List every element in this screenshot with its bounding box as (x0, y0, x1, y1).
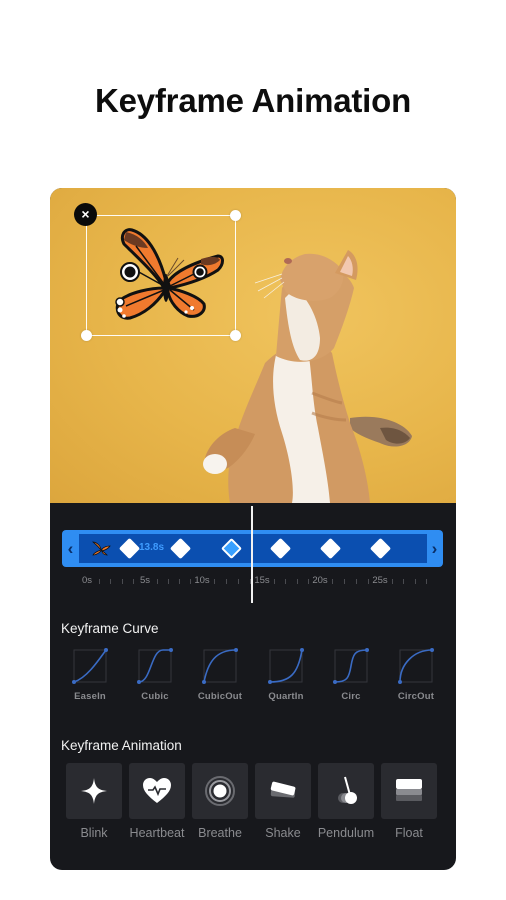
easein-curve-icon (72, 648, 108, 684)
photo-preview[interactable]: × (50, 188, 456, 503)
ruler-tick (226, 579, 227, 584)
remove-sticker-button[interactable]: × (74, 203, 97, 226)
animation-option-pendulum[interactable]: Pendulum (318, 763, 374, 840)
curve-option-quartin[interactable]: QuartIn (258, 648, 314, 702)
ruler-tick (168, 579, 169, 584)
ruler-tick (344, 579, 345, 584)
curve-option-cubicout[interactable]: CubicOut (192, 648, 248, 702)
ruler-tick (426, 579, 427, 584)
ruler-tick (179, 579, 180, 584)
track-trim-left-handle[interactable]: ‹ (62, 530, 79, 567)
cubicout-curve-icon (202, 648, 238, 684)
keyframe-marker[interactable] (169, 537, 192, 560)
shake-icon (270, 781, 296, 798)
track-trim-right-handle[interactable]: › (426, 530, 443, 567)
ruler-tick (238, 579, 239, 584)
ruler-tick (274, 579, 275, 584)
page-headline: Keyframe Animation (94, 82, 412, 119)
curve-option-circout[interactable]: CircOut (388, 648, 444, 702)
keyframe-marker[interactable] (269, 537, 292, 560)
curve-label: QuartIn (268, 691, 304, 702)
butterfly-thumbnail-icon (92, 541, 111, 556)
cubic-curve-icon (137, 648, 173, 684)
keyframe-marker[interactable] (319, 537, 342, 560)
resize-handle-bottom-left[interactable] (81, 330, 92, 341)
animation-label: Float (395, 826, 423, 840)
ruler-label: 25s (372, 575, 388, 586)
ruler-label: 20s (312, 575, 328, 586)
animation-option-blink[interactable]: Blink (66, 763, 122, 840)
curve-option-circ[interactable]: Circ (323, 648, 379, 702)
ruler-label: 5s (139, 575, 151, 586)
ruler-tick (99, 579, 100, 584)
curve-label: Circ (341, 691, 361, 702)
keyframe-marker[interactable] (118, 537, 141, 560)
ruler-tick (157, 579, 158, 584)
editor-screen: × ‹ 13.8s › 0s 5s 10s 15s 20s 25s Keyfra… (50, 188, 456, 870)
curve-option-cubic[interactable]: Cubic (127, 648, 183, 702)
ruler-tick (403, 579, 405, 584)
ruler-label: 15s (254, 575, 270, 586)
keyframe-marker-selected[interactable] (219, 536, 244, 561)
ruler-tick (133, 579, 134, 584)
pendulum-icon (338, 776, 357, 804)
quartin-curve-icon (268, 648, 304, 684)
chevron-right-icon: › (431, 539, 438, 558)
ruler-tick (296, 579, 298, 584)
butterfly-sticker[interactable] (106, 226, 226, 326)
animation-option-shake[interactable]: Shake (255, 763, 311, 840)
animation-option-breathe[interactable]: Breathe (192, 763, 248, 840)
heartbeat-icon (143, 778, 171, 803)
curve-label: CubicOut (197, 691, 243, 702)
keyframe-animation-title: Keyframe Animation (61, 738, 182, 753)
animation-option-heartbeat[interactable]: Heartbeat (129, 763, 185, 840)
playhead[interactable] (251, 506, 253, 603)
timeline: ‹ 13.8s › 0s 5s 10s 15s 20s 25s (50, 503, 456, 613)
ruler-tick (356, 579, 357, 584)
float-layers-icon (396, 779, 422, 801)
sparkle-icon (81, 778, 107, 804)
ruler-tick (214, 579, 215, 584)
circout-curve-icon (398, 648, 434, 684)
ruler-tick (332, 579, 333, 584)
ruler-tick (392, 579, 393, 584)
resize-handle-bottom-right[interactable] (230, 330, 241, 341)
close-icon: × (81, 206, 90, 222)
ruler-tick (121, 579, 123, 584)
chevron-left-icon: ‹ (67, 539, 74, 558)
curve-list: EaseIn Cubic CubicOut QuartIn Circ CircO… (62, 648, 447, 710)
animation-option-float[interactable]: Float (381, 763, 437, 840)
animation-label: Blink (80, 826, 108, 840)
animation-label: Shake (265, 826, 301, 840)
resize-handle-top-right[interactable] (230, 210, 241, 221)
ruler-label: 0s (81, 575, 93, 586)
ruler-tick (414, 579, 416, 584)
ruler-tick (285, 579, 287, 584)
curve-label: EaseIn (74, 691, 106, 702)
duration-label: 13.8s (139, 542, 165, 553)
animation-list: Blink Heartbeat Breathe Shake Pendulum F… (66, 763, 446, 843)
ruler-tick (190, 579, 191, 584)
curve-option-easein[interactable]: EaseIn (62, 648, 118, 702)
animation-label: Breathe (198, 826, 242, 840)
ruler-tick (110, 579, 112, 584)
ruler-label: 10s (194, 575, 210, 586)
circ-curve-icon (333, 648, 369, 684)
animation-label: Pendulum (317, 826, 375, 840)
breathe-rings-icon (205, 776, 235, 806)
track-clip[interactable]: 13.8s (79, 534, 427, 563)
ruler-tick (308, 579, 309, 584)
curve-label: Cubic (141, 691, 169, 702)
ruler-tick (368, 579, 369, 584)
keyframe-marker[interactable] (369, 537, 392, 560)
keyframe-curve-title: Keyframe Curve (61, 621, 159, 636)
curve-label: CircOut (397, 691, 435, 702)
animation-label: Heartbeat (129, 826, 185, 840)
